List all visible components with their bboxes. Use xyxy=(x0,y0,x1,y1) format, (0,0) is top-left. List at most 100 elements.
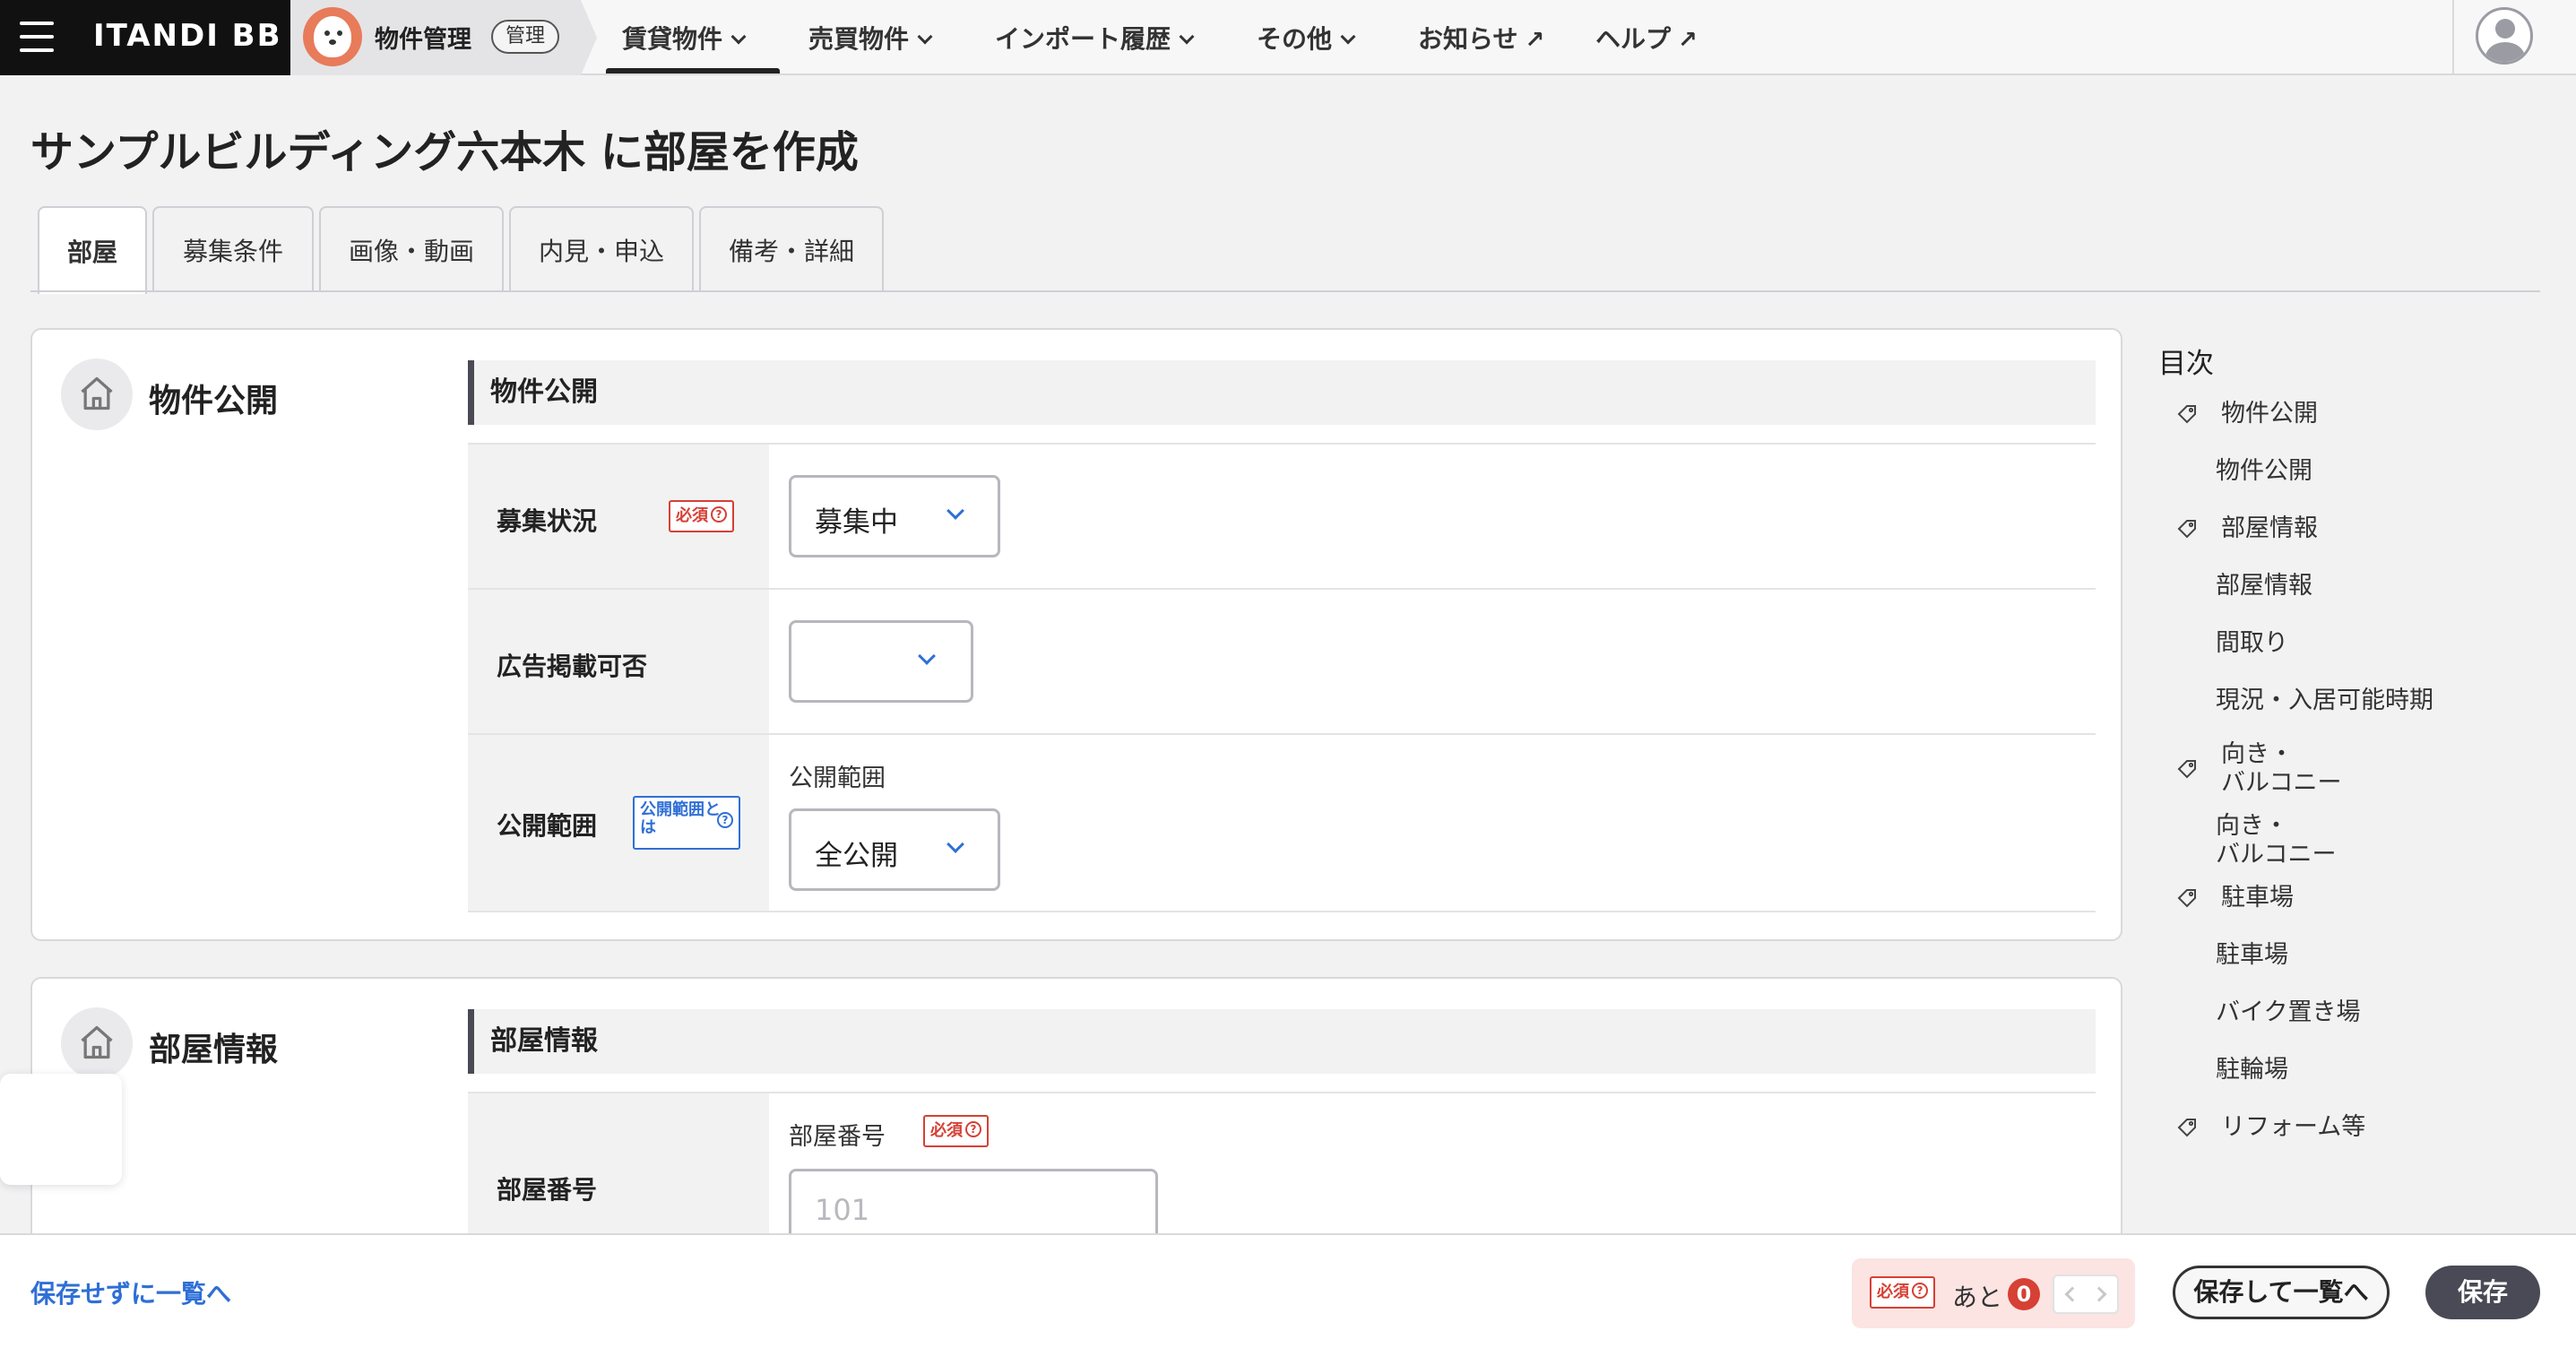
active-nav-indicator xyxy=(606,68,780,73)
chevron-down-icon xyxy=(917,29,933,45)
help-text: 公開範囲とは xyxy=(640,800,721,837)
tab-room[interactable]: 部屋 xyxy=(38,206,147,294)
product-switcher[interactable]: 物件管理 管理 xyxy=(290,0,597,75)
form-row-recruit-status: 募集状況 必須? 募集中 xyxy=(468,443,2096,588)
group-header: 部屋情報 xyxy=(468,1009,2096,1074)
recruit-status-select[interactable]: 募集中 xyxy=(789,475,1000,557)
remaining-count-badge: 0 xyxy=(2008,1278,2040,1310)
chevron-down-icon xyxy=(730,29,747,45)
page-title: サンプルビルディング六本木 に部屋を作成 xyxy=(30,127,859,177)
toc-subitem-room-info[interactable]: 部屋情報 xyxy=(2216,572,2312,601)
toc-subitem-parking[interactable]: 駐車場 xyxy=(2216,941,2288,970)
nav-rental-properties[interactable]: 賃貸物件 xyxy=(622,20,747,56)
tag-icon xyxy=(2177,889,2196,908)
field-label: 公開範囲 xyxy=(497,811,598,841)
chevron-down-icon xyxy=(1179,29,1195,45)
ad-allowed-select[interactable] xyxy=(789,620,973,703)
section-card-publish: 物件公開 物件公開 募集状況 必須? 募集中 広告掲載可否 公開範囲 公開範囲と… xyxy=(30,328,2122,941)
select-value: 募集中 xyxy=(815,506,898,539)
toc-subitem-publish[interactable]: 物件公開 xyxy=(2216,457,2312,486)
toc-item-room-info[interactable]: 部屋情報 xyxy=(2221,514,2318,543)
row-label-cell: 広告掲載可否 xyxy=(468,590,769,733)
field-caption: 公開範囲 xyxy=(789,765,886,792)
hamburger-menu-icon[interactable] xyxy=(20,22,54,52)
external-link-icon: ↗ xyxy=(1678,27,1698,54)
toc-subitem-orientation[interactable]: 向き・ バルコニー xyxy=(2216,812,2336,869)
toc-item-publish[interactable]: 物件公開 xyxy=(2221,400,2318,428)
user-avatar-icon[interactable] xyxy=(2476,7,2533,65)
tab-viewing-application[interactable]: 内見・申込 xyxy=(509,206,694,292)
required-text: 必須 xyxy=(930,1121,963,1140)
required-field-pager[interactable] xyxy=(2053,1275,2119,1314)
home-icon xyxy=(61,359,133,430)
select-value: 全公開 xyxy=(815,840,898,872)
toc-subitem-floor-plan[interactable]: 間取り xyxy=(2216,629,2288,658)
chevron-down-icon xyxy=(1340,29,1356,45)
mascot-logo-icon xyxy=(303,7,362,66)
nav-label: インポート履歴 xyxy=(995,24,1171,54)
field-label: 広告掲載可否 xyxy=(497,652,648,681)
home-icon xyxy=(61,1007,133,1079)
toc-subitem-bicycle-parking[interactable]: 駐輪場 xyxy=(2216,1056,2288,1084)
floating-widget[interactable] xyxy=(0,1074,122,1185)
scope-help-badge[interactable]: 公開範囲とは? xyxy=(633,796,740,850)
footer-action-bar: 保存せずに一覧へ 必須? あと 0 保存して一覧へ 保存 xyxy=(0,1233,2576,1348)
chevron-left-icon[interactable] xyxy=(2064,1286,2080,1302)
tab-recruitment-conditions[interactable]: 募集条件 xyxy=(152,206,314,292)
tab-images-videos[interactable]: 画像・動画 xyxy=(319,206,504,292)
nav-other[interactable]: その他 xyxy=(1257,20,1356,56)
field-label: 部屋番号 xyxy=(497,1175,598,1205)
toc-label-line2: バルコニー xyxy=(2221,769,2342,797)
back-to-list-link[interactable]: 保存せずに一覧へ xyxy=(30,1275,231,1310)
required-text: 必須 xyxy=(676,506,708,525)
nav-label: 売買物件 xyxy=(808,24,910,54)
nav-sale-properties[interactable]: 売買物件 xyxy=(808,20,933,56)
chevron-right-icon[interactable] xyxy=(2091,1286,2107,1302)
toc-label-line1: 向き・ xyxy=(2221,740,2294,768)
tabs-divider xyxy=(30,290,2540,292)
nav-import-history[interactable]: インポート履歴 xyxy=(995,20,1195,56)
chevron-down-icon xyxy=(947,502,964,520)
required-badge[interactable]: 必須? xyxy=(923,1115,989,1147)
required-badge[interactable]: 必須? xyxy=(669,500,734,532)
toc-title: 目次 xyxy=(2158,348,2214,380)
tab-notes-details[interactable]: 備考・詳細 xyxy=(699,206,884,292)
required-badge: 必須? xyxy=(1870,1276,1935,1309)
nav-help[interactable]: ヘルプ ↗ xyxy=(1595,20,1698,56)
section-title: 部屋情報 xyxy=(149,1032,279,1068)
chevron-down-icon xyxy=(918,647,936,665)
toc-item-orientation[interactable]: 向き・ バルコニー xyxy=(2221,740,2341,798)
remaining-label: あと xyxy=(1952,1283,2003,1312)
toc-subitem-bike-parking[interactable]: バイク置き場 xyxy=(2216,998,2360,1027)
role-badge: 管理 xyxy=(491,20,560,54)
toc-subitem-move-in[interactable]: 現況・入居可能時期 xyxy=(2216,687,2433,715)
toc-label-line1: 向き・ xyxy=(2216,812,2288,840)
row-label-cell: 公開範囲 公開範囲とは? xyxy=(468,735,769,911)
section-title: 物件公開 xyxy=(149,383,279,419)
field-label: 募集状況 xyxy=(497,506,598,536)
toc-item-parking[interactable]: 駐車場 xyxy=(2221,884,2294,912)
nav-divider xyxy=(2452,0,2454,75)
nav-label: お知らせ xyxy=(1418,24,1518,54)
brand-bar: ITANDI BB xyxy=(0,0,290,75)
field-caption: 部屋番号 xyxy=(789,1123,886,1151)
publish-scope-select[interactable]: 全公開 xyxy=(789,808,1000,891)
form-row-publish-scope: 公開範囲 公開範囲とは? 公開範囲 全公開 xyxy=(468,733,2096,912)
help-circle-icon: ? xyxy=(711,506,727,523)
nav-news[interactable]: お知らせ ↗ xyxy=(1418,20,1544,56)
toc-item-renovation[interactable]: リフォーム等 xyxy=(2221,1113,2365,1142)
help-circle-icon: ? xyxy=(965,1121,981,1137)
group-header: 物件公開 xyxy=(468,360,2096,425)
chevron-down-icon xyxy=(947,835,964,853)
save-button[interactable]: 保存 xyxy=(2425,1266,2540,1319)
nav-label: ヘルプ xyxy=(1595,24,1672,54)
brand-logo[interactable]: ITANDI BB xyxy=(93,18,282,54)
tag-icon xyxy=(2177,520,2196,539)
external-link-icon: ↗ xyxy=(1525,27,1545,54)
tag-icon xyxy=(2177,1119,2196,1137)
nav-label: その他 xyxy=(1257,24,1333,54)
tag-icon xyxy=(2177,405,2196,424)
required-remaining-box: 必須? あと 0 xyxy=(1852,1258,2135,1328)
save-and-list-button[interactable]: 保存して一覧へ xyxy=(2173,1266,2390,1319)
help-circle-icon: ? xyxy=(717,812,733,828)
